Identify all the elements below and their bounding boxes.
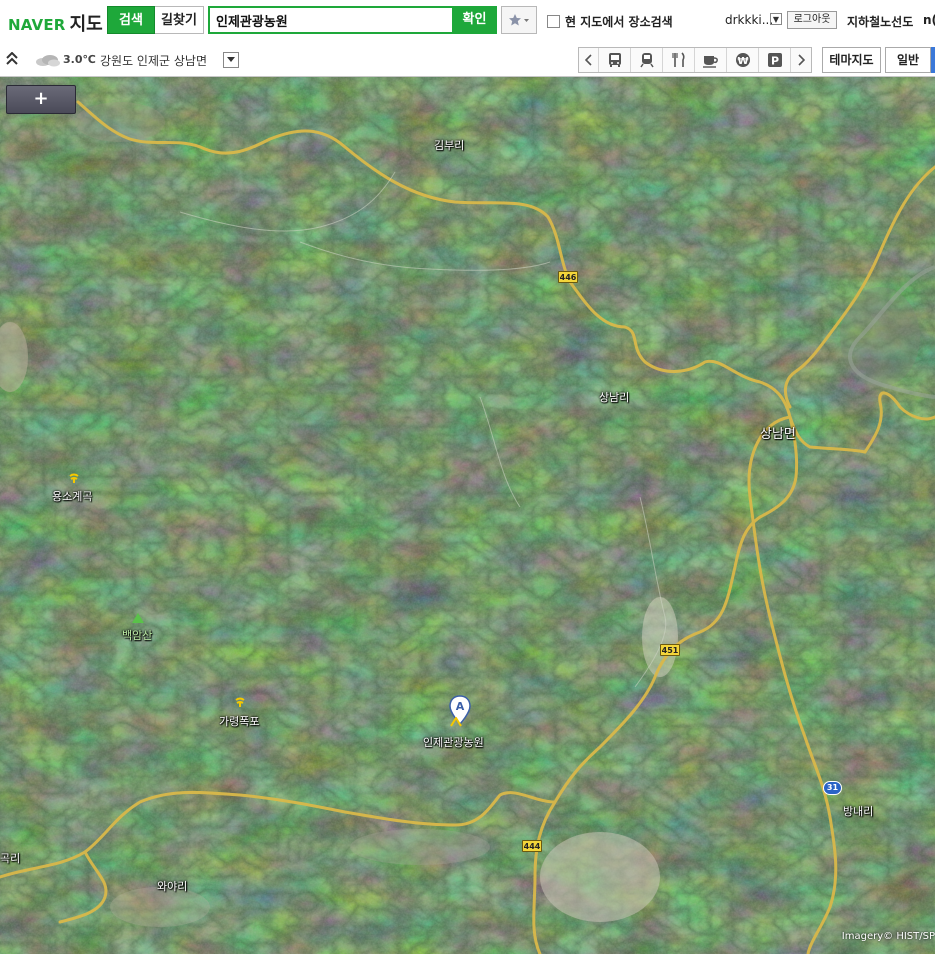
subway-icon (639, 53, 654, 68)
location-dropdown-button[interactable] (223, 52, 239, 68)
category-next-button[interactable] (791, 48, 811, 72)
user-dropdown-icon[interactable]: ▼ (770, 13, 782, 25)
waterfall-poi-icon[interactable] (68, 473, 80, 483)
double-chevron-up-icon (6, 52, 18, 65)
parking-icon: P (767, 53, 782, 68)
top-search-bar: NAVER 지도 검색 길찾기 확인 현 지도에서 장소검색 drkkki...… (0, 0, 935, 43)
imagery-copyright: Imagery© HIST/SP (841, 931, 935, 942)
category-bank-button[interactable]: ₩ (727, 48, 759, 72)
place-label-sangnammyeon[interactable]: 상남면 (760, 423, 796, 442)
zoom-in-button[interactable]: + (6, 85, 76, 114)
search-in-map-checkbox[interactable]: 현 지도에서 장소검색 (547, 13, 673, 30)
place-label-gimburi[interactable]: 김부리 (434, 137, 464, 153)
category-toolbar: ₩ P (578, 47, 812, 73)
place-label-bangnaeri[interactable]: 방내리 (843, 803, 873, 819)
naver-map-logo[interactable]: NAVER 지도 (8, 10, 103, 35)
extra-menu-link[interactable]: n( (923, 13, 935, 27)
place-label-target[interactable]: 인제관광농원 (423, 734, 484, 750)
collapse-button[interactable] (5, 51, 19, 67)
category-cafe-button[interactable] (695, 48, 727, 72)
search-input[interactable] (210, 8, 452, 32)
current-location: 강원도 인제군 상남면 (100, 54, 207, 68)
svg-text:₩: ₩ (737, 56, 748, 67)
info-toolbar: 3.0℃ 강원도 인제군 상남면 ₩ P 테마지도 일반 (0, 42, 935, 77)
theme-map-button[interactable]: 테마지도 (822, 47, 881, 73)
cloud-weather-icon (36, 55, 60, 67)
general-map-button[interactable]: 일반 (885, 47, 931, 73)
road-badge-451: 451 (660, 644, 680, 656)
marker-letter: A (456, 700, 465, 713)
cafe-icon (702, 56, 718, 68)
chevron-right-icon (798, 54, 805, 66)
star-icon (509, 14, 529, 26)
subway-map-link[interactable]: 지하철노선도 (847, 13, 913, 30)
road-badge-31: 31 (823, 781, 842, 795)
favorite-button[interactable] (501, 6, 537, 34)
bank-icon: ₩ (735, 53, 750, 67)
road-badge-444: 444 (522, 840, 542, 852)
logout-button[interactable]: 로그아웃 (787, 11, 837, 29)
category-parking-button[interactable]: P (759, 48, 791, 72)
checkbox[interactable] (547, 15, 560, 28)
place-label-yongsogyegok[interactable]: 용소계곡 (52, 488, 92, 504)
place-label-wayari[interactable]: 와야리 (157, 878, 187, 894)
logo-service: 지도 (69, 14, 103, 35)
restaurant-icon (671, 52, 685, 67)
place-label-left-edge[interactable]: 곡리 (0, 850, 20, 866)
chevron-left-icon (584, 54, 592, 66)
satellite-map[interactable]: + 김부리 상남리 상남면 용소계곡 백암산 가령폭포 A 인제관광농원 방내리… (0, 77, 935, 954)
svg-text:P: P (770, 55, 778, 68)
category-bus-button[interactable] (599, 48, 631, 72)
username[interactable]: drkkki... (725, 13, 773, 27)
satellite-toggle-edge[interactable] (931, 47, 935, 73)
category-subway-button[interactable] (631, 48, 663, 72)
temperature: 3.0℃ (63, 53, 96, 66)
farm-poi-icon[interactable] (450, 717, 462, 727)
bus-icon (608, 53, 621, 67)
terrain-imagery (0, 77, 935, 954)
category-prev-button[interactable] (579, 48, 599, 72)
mountain-poi-icon[interactable] (132, 613, 144, 623)
place-label-sangnamri[interactable]: 상남리 (599, 389, 629, 405)
waterfall-poi-icon-2[interactable] (234, 697, 246, 707)
triangle-down-icon (227, 57, 235, 62)
search-box (208, 6, 452, 34)
road-badge-446: 446 (558, 271, 578, 283)
place-label-baegamsan[interactable]: 백암산 (122, 627, 152, 643)
tab-route[interactable]: 길찾기 (155, 6, 204, 34)
logo-brand: NAVER (8, 16, 66, 34)
confirm-button[interactable]: 확인 (452, 6, 497, 34)
place-label-garyeongpokpo[interactable]: 가령폭포 (219, 713, 259, 729)
category-restaurant-button[interactable] (663, 48, 695, 72)
checkbox-label: 현 지도에서 장소검색 (565, 15, 673, 29)
tab-search[interactable]: 검색 (107, 6, 155, 34)
